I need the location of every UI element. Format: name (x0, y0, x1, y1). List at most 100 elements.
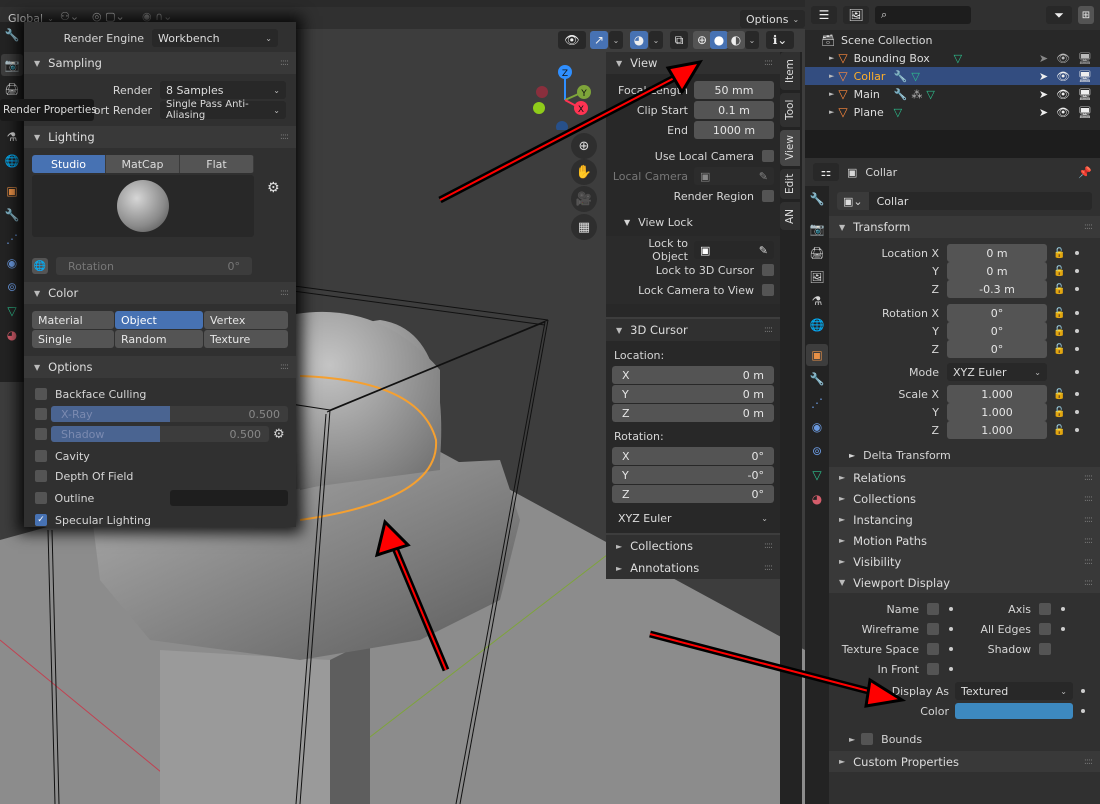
color-vertex-button[interactable]: Vertex (204, 311, 288, 329)
studio-light-preview[interactable] (32, 175, 254, 237)
show-name-checkbox[interactable] (927, 603, 939, 615)
lock-to-3d-cursor-checkbox[interactable] (762, 264, 774, 276)
selectable-icon[interactable]: ➤ (1039, 88, 1048, 101)
sampling-panel-header[interactable]: ▼ Sampling:::: (24, 52, 296, 74)
particles-tab[interactable]: ⋰ (806, 392, 828, 414)
keyframe-dot[interactable] (1075, 410, 1080, 414)
info-overlay-button[interactable]: ℹ⌄ (766, 31, 794, 49)
scale-x-field[interactable]: 1.000 (947, 385, 1047, 403)
object-type-dropdown[interactable]: ▣⌄ (837, 192, 869, 210)
data-tab[interactable]: ▽ (806, 464, 828, 486)
constraints-tab[interactable]: ⊚ (1, 276, 23, 298)
specular-lighting-checkbox[interactable]: ✓ (35, 514, 47, 526)
annotations-panel-header[interactable]: ► Annotations:::: (606, 557, 780, 579)
show-wireframe-checkbox[interactable] (927, 623, 939, 635)
lock-icon[interactable]: 🔓 (1053, 326, 1065, 337)
lock-icon[interactable]: 🔓 (1053, 266, 1065, 277)
scene-tab[interactable]: ⚗ (1, 126, 23, 148)
tab-item[interactable]: Item (780, 52, 800, 90)
gizmo-neg-y[interactable] (533, 102, 545, 114)
show-in-front-checkbox[interactable] (927, 663, 939, 675)
outline-color-swatch[interactable] (169, 490, 288, 506)
modifier-tab[interactable]: 🔧 (806, 368, 828, 390)
shadow-checkbox[interactable] (35, 428, 47, 440)
gizmo-dropdown[interactable]: ⌄ (609, 31, 623, 49)
editor-type-dropdown[interactable]: ⚏ (813, 163, 839, 181)
cursor-rotation-mode-dropdown[interactable]: XYZ Euler ⌄ (612, 509, 774, 527)
view-lock-subpanel-header[interactable]: ▼ View Lock (612, 212, 774, 232)
eye-icon[interactable]: 👁 (1056, 70, 1070, 83)
keyframe-dot[interactable] (1075, 329, 1080, 333)
tab-tool[interactable]: Tool (780, 93, 800, 127)
world-tab[interactable]: 🌐 (806, 314, 828, 336)
eyedropper-icon[interactable]: ✎ (759, 170, 768, 183)
keyframe-dot[interactable] (1075, 269, 1080, 273)
motion-paths-panel-header[interactable]: ► Motion Paths:::: (829, 530, 1100, 551)
eye-icon[interactable]: 👁 (1056, 88, 1070, 101)
clip-start-field[interactable]: 0.1 m (694, 101, 774, 119)
drag-grip-icon[interactable]: :::: (1084, 222, 1093, 232)
expand-triangle-icon[interactable]: ► (829, 108, 834, 116)
drag-grip-icon[interactable]: :::: (1084, 757, 1093, 767)
location-y-field[interactable]: 0 m (947, 262, 1047, 280)
cavity-checkbox[interactable] (35, 450, 47, 462)
keyframe-dot[interactable] (1061, 627, 1065, 631)
expand-triangle-icon[interactable]: ► (829, 90, 834, 98)
pan-button[interactable]: ✋ (571, 159, 597, 185)
object-tab[interactable]: ▣ (1, 180, 23, 202)
shading-material-button[interactable]: ◐ (727, 31, 745, 49)
tab-an[interactable]: AN (780, 202, 800, 230)
new-collection-button[interactable]: ⊞ (1078, 6, 1094, 24)
outliner-item-collar[interactable]: ► ▽ Collar 🔧 ▽ ➤ 👁 🖥 (805, 67, 1100, 85)
monitor-icon[interactable]: 🖥 (1078, 70, 1092, 83)
pin-icon[interactable]: 📌 (1078, 166, 1092, 179)
filter-dropdown[interactable]: ⏷ (1046, 6, 1072, 24)
keyframe-dot[interactable] (1061, 607, 1065, 611)
render-engine-dropdown[interactable]: Workbench ⌄ (152, 29, 278, 47)
output-tab[interactable]: 🖨 (806, 242, 828, 264)
color-single-button[interactable]: Single (32, 330, 114, 348)
monitor-icon[interactable]: 🖥 (1078, 106, 1092, 119)
viewport-display-panel-header[interactable]: ▼ Viewport Display:::: (829, 572, 1100, 593)
rotation-mode-dropdown[interactable]: XYZ Euler ⌄ (947, 363, 1047, 381)
keyframe-dot[interactable] (949, 667, 953, 671)
scale-y-field[interactable]: 1.000 (947, 403, 1047, 421)
object-name-field[interactable]: ▣⌄ Collar (837, 192, 1092, 210)
lock-icon[interactable]: 🔓 (1053, 344, 1065, 355)
outliner-item-bounding-box[interactable]: ► ▽ Bounding Box ▽ ➤ 👁 🖥 (805, 49, 1100, 67)
relations-panel-header[interactable]: ► Relations:::: (829, 467, 1100, 488)
data-tab[interactable]: ▽ (1, 300, 23, 322)
navigation-gizmo[interactable]: Z Y X (525, 60, 595, 130)
view-panel-header[interactable]: ▼ View:::: (606, 52, 780, 74)
location-z-field[interactable]: -0.3 m (947, 280, 1047, 298)
xray-alpha-slider[interactable]: X-Ray 0.500 (51, 406, 288, 422)
instancing-panel-header[interactable]: ► Instancing:::: (829, 509, 1100, 530)
keyframe-dot[interactable] (1081, 689, 1085, 693)
keyframe-dot[interactable] (1075, 428, 1080, 432)
material-tab[interactable]: ◕ (1, 324, 23, 346)
color-random-button[interactable]: Random (115, 330, 203, 348)
drag-grip-icon[interactable]: :::: (280, 362, 289, 372)
render-samples-dropdown[interactable]: 8 Samples ⌄ (160, 81, 286, 99)
overlays-dropdown[interactable]: ⌄ (649, 31, 663, 49)
options-panel-header[interactable]: ▼ Options:::: (24, 356, 296, 378)
3d-cursor-panel-header[interactable]: ▼ 3D Cursor:::: (606, 319, 780, 341)
drag-grip-icon[interactable]: :::: (280, 58, 289, 68)
keyframe-dot[interactable] (1081, 709, 1085, 713)
tab-edit[interactable]: Edit (780, 169, 800, 199)
shadow-intensity-slider[interactable]: Shadow 0.500 (51, 426, 269, 442)
lock-camera-to-view-checkbox[interactable] (762, 284, 774, 296)
visibility-selectability-button[interactable]: 👁 (558, 31, 586, 49)
shading-dropdown[interactable]: ⌄ (745, 31, 759, 49)
gizmo-neg-z[interactable] (556, 121, 568, 130)
lighting-panel-header[interactable]: ▼ Lighting:::: (24, 126, 296, 148)
show-shadow-checkbox[interactable] (1039, 643, 1051, 655)
expand-triangle-icon[interactable]: ► (829, 72, 834, 80)
scene-tab[interactable]: ⚗ (806, 290, 828, 312)
drag-grip-icon[interactable]: :::: (1084, 578, 1093, 588)
expand-triangle-icon[interactable]: ► (829, 54, 834, 62)
gizmo-toggle-button[interactable]: ↗ (590, 31, 608, 49)
collections-panel-header[interactable]: ► Collections:::: (606, 535, 780, 557)
constraints-tab[interactable]: ⊚ (806, 440, 828, 462)
monitor-icon[interactable]: 🖥 (1078, 88, 1092, 101)
